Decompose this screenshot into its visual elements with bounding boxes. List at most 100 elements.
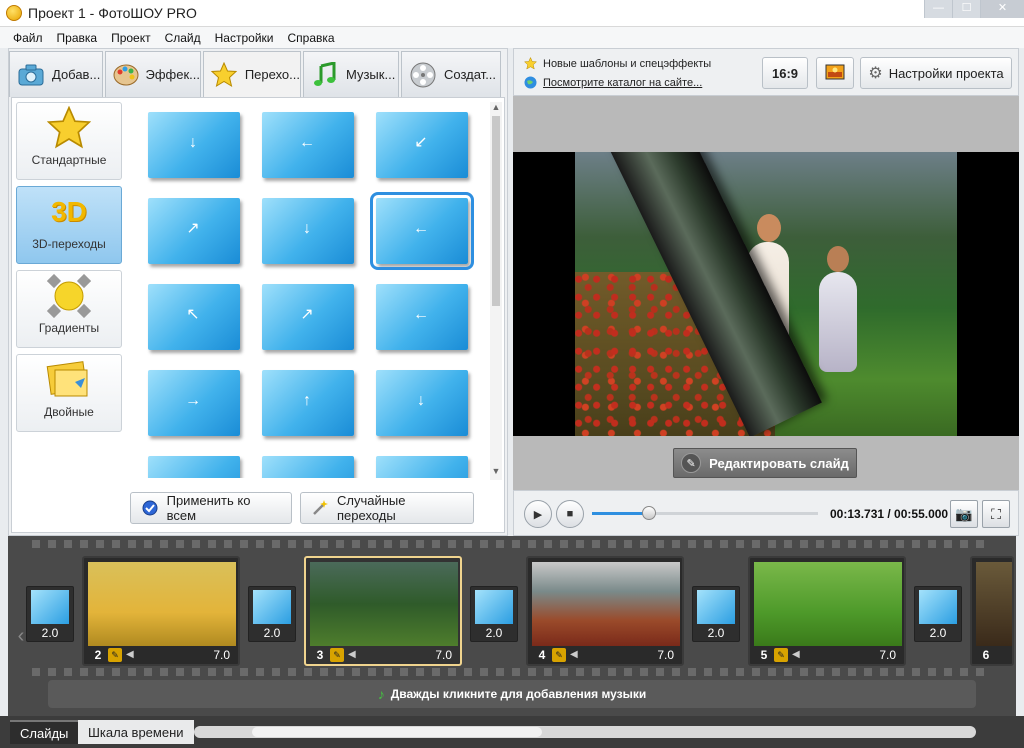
maximize-button[interactable]: ☐ xyxy=(952,0,980,18)
pencil-icon[interactable]: ✎ xyxy=(108,648,122,662)
tab-music[interactable]: Музык... xyxy=(303,51,399,97)
transition-slot[interactable]: 2.0 xyxy=(26,586,74,642)
slide-card[interactable]: 4 ✎ ◀ 7.0 xyxy=(526,556,684,666)
arrow-curl-icon: ↙ xyxy=(414,134,428,151)
pencil-icon[interactable]: ✎ xyxy=(330,648,344,662)
category-gradients[interactable]: Градиенты xyxy=(16,270,122,348)
speaker-icon[interactable]: ◀ xyxy=(570,648,584,662)
speaker-icon[interactable]: ◀ xyxy=(792,648,806,662)
transition-thumb[interactable] xyxy=(376,456,468,478)
project-settings-button[interactable]: ⚙ Настройки проекта xyxy=(860,57,1012,89)
menu-help[interactable]: Справка xyxy=(280,31,341,45)
arrow-down-icon: ↓ xyxy=(303,220,311,237)
close-button[interactable]: ✕ xyxy=(980,0,1024,18)
catalog-link[interactable]: Посмотрите каталог на сайте... xyxy=(524,76,702,89)
scroll-up-icon[interactable]: ▲ xyxy=(490,102,502,114)
play-button[interactable]: ▶ xyxy=(524,500,552,528)
preview-area: ✎ Редактировать слайд xyxy=(513,96,1019,490)
speaker-icon[interactable]: ◀ xyxy=(126,648,140,662)
shield-icon xyxy=(141,499,159,517)
transition-slot[interactable]: 2.0 xyxy=(470,586,518,642)
globe-icon xyxy=(524,76,537,89)
play-icon: ▶ xyxy=(533,508,543,521)
preview-photo xyxy=(575,152,957,436)
arrow-left-icon: ← xyxy=(413,220,429,237)
transition-duration: 2.0 xyxy=(929,626,947,640)
category-3d[interactable]: 3D 3D-переходы xyxy=(16,186,122,264)
transition-thumb[interactable]: ← xyxy=(376,284,468,350)
slide-thumbnail xyxy=(754,562,902,646)
transition-thumb[interactable]: ↓ xyxy=(148,112,240,178)
transition-thumb[interactable]: ↓ xyxy=(376,370,468,436)
tab-add[interactable]: Добав... xyxy=(9,51,103,97)
tab-slides[interactable]: Слайды xyxy=(10,720,79,744)
speaker-icon[interactable]: ◀ xyxy=(348,648,362,662)
tab-transitions[interactable]: Перехо... xyxy=(203,51,301,97)
seek-slider[interactable] xyxy=(592,506,818,520)
menu-slide[interactable]: Слайд xyxy=(158,31,208,45)
pencil-icon[interactable]: ✎ xyxy=(552,648,566,662)
slide-card[interactable]: 2 ✎ ◀ 7.0 xyxy=(82,556,240,666)
transition-thumb[interactable] xyxy=(148,456,240,478)
background-button[interactable] xyxy=(816,57,854,89)
pencil-icon[interactable]: ✎ xyxy=(774,648,788,662)
slide-thumbnail xyxy=(976,562,1012,646)
category-standard-label: Стандартные xyxy=(31,153,107,167)
preview-screen[interactable] xyxy=(513,152,1019,436)
category-standard[interactable]: Стандартные xyxy=(16,102,122,180)
category-double[interactable]: Двойные xyxy=(16,354,122,432)
transition-slot[interactable]: 2.0 xyxy=(914,586,962,642)
music-track-hint[interactable]: ♪ Дважды кликните для добавления музыки xyxy=(48,680,976,708)
magic-wand-icon xyxy=(311,499,329,517)
snapshot-button[interactable]: 📷 xyxy=(950,500,978,528)
menu-settings[interactable]: Настройки xyxy=(208,31,281,45)
transition-scrollbar[interactable]: ▲ ▼ xyxy=(490,102,502,480)
transition-thumb[interactable]: ↗ xyxy=(148,198,240,264)
menu-edit[interactable]: Правка xyxy=(50,31,105,45)
tab-timeline[interactable]: Шкала времени xyxy=(78,720,194,744)
menu-file[interactable]: Файл xyxy=(6,31,50,45)
transition-thumb[interactable]: ↖ xyxy=(148,284,240,350)
picture-icon xyxy=(825,64,845,83)
aspect-ratio-button[interactable]: 16:9 xyxy=(762,57,808,89)
slide-card[interactable]: 6 xyxy=(970,556,1014,666)
transition-thumb[interactable]: ↓ xyxy=(262,198,354,264)
seek-handle[interactable] xyxy=(641,506,656,520)
minimize-button[interactable]: — xyxy=(924,0,952,18)
scroll-down-icon[interactable]: ▼ xyxy=(490,466,502,478)
catalog-link-text[interactable]: Посмотрите каталог на сайте... xyxy=(543,77,702,89)
stop-button[interactable]: ■ xyxy=(556,500,584,528)
storyboard-scrollbar[interactable] xyxy=(194,726,976,738)
transition-slot[interactable]: 2.0 xyxy=(248,586,296,642)
transition-slot[interactable]: 2.0 xyxy=(692,586,740,642)
slide-duration: 7.0 xyxy=(879,648,896,662)
apply-all-button[interactable]: Применить ко всем xyxy=(130,492,292,524)
tab-create[interactable]: Создат... xyxy=(401,51,501,97)
transition-thumb[interactable]: ↑ xyxy=(262,370,354,436)
tab-add-label: Добав... xyxy=(52,67,101,82)
title-bar: Проект 1 - ФотоШОУ PRO — ☐ ✕ xyxy=(0,0,1024,27)
tab-effects[interactable]: Эффек... xyxy=(105,51,201,97)
edit-slide-button[interactable]: ✎ Редактировать слайд xyxy=(673,448,857,478)
transition-thumb[interactable]: ↗ xyxy=(262,284,354,350)
slide-card[interactable]: 5 ✎ ◀ 7.0 xyxy=(748,556,906,666)
transition-thumb[interactable]: ↙ xyxy=(376,112,468,178)
slide-number: 4 xyxy=(538,648,546,662)
menu-project[interactable]: Проект xyxy=(104,31,158,45)
camera-icon: 📷 xyxy=(955,505,973,522)
new-templates-text: Новые шаблоны и спецэффекты xyxy=(543,57,712,70)
gear-icon: ⚙ xyxy=(868,65,883,82)
transition-thumb[interactable] xyxy=(262,456,354,478)
transition-thumb[interactable]: ← xyxy=(262,112,354,178)
transition-thumb[interactable]: → xyxy=(148,370,240,436)
arrow-down-icon: ↓ xyxy=(189,134,197,151)
slide-thumbnail xyxy=(310,562,458,646)
scrollbar-thumb[interactable] xyxy=(252,727,542,737)
scrollbar-thumb[interactable] xyxy=(492,116,500,306)
fullscreen-button[interactable]: ⛶ xyxy=(982,500,1010,528)
music-note-icon: ♪ xyxy=(377,686,385,702)
slide-card-selected[interactable]: 3 ✎ ◀ 7.0 xyxy=(304,556,462,666)
category-gradients-label: Градиенты xyxy=(38,321,100,335)
random-transitions-button[interactable]: Случайные переходы xyxy=(300,492,474,524)
transition-thumb-selected[interactable]: ← xyxy=(370,192,474,270)
